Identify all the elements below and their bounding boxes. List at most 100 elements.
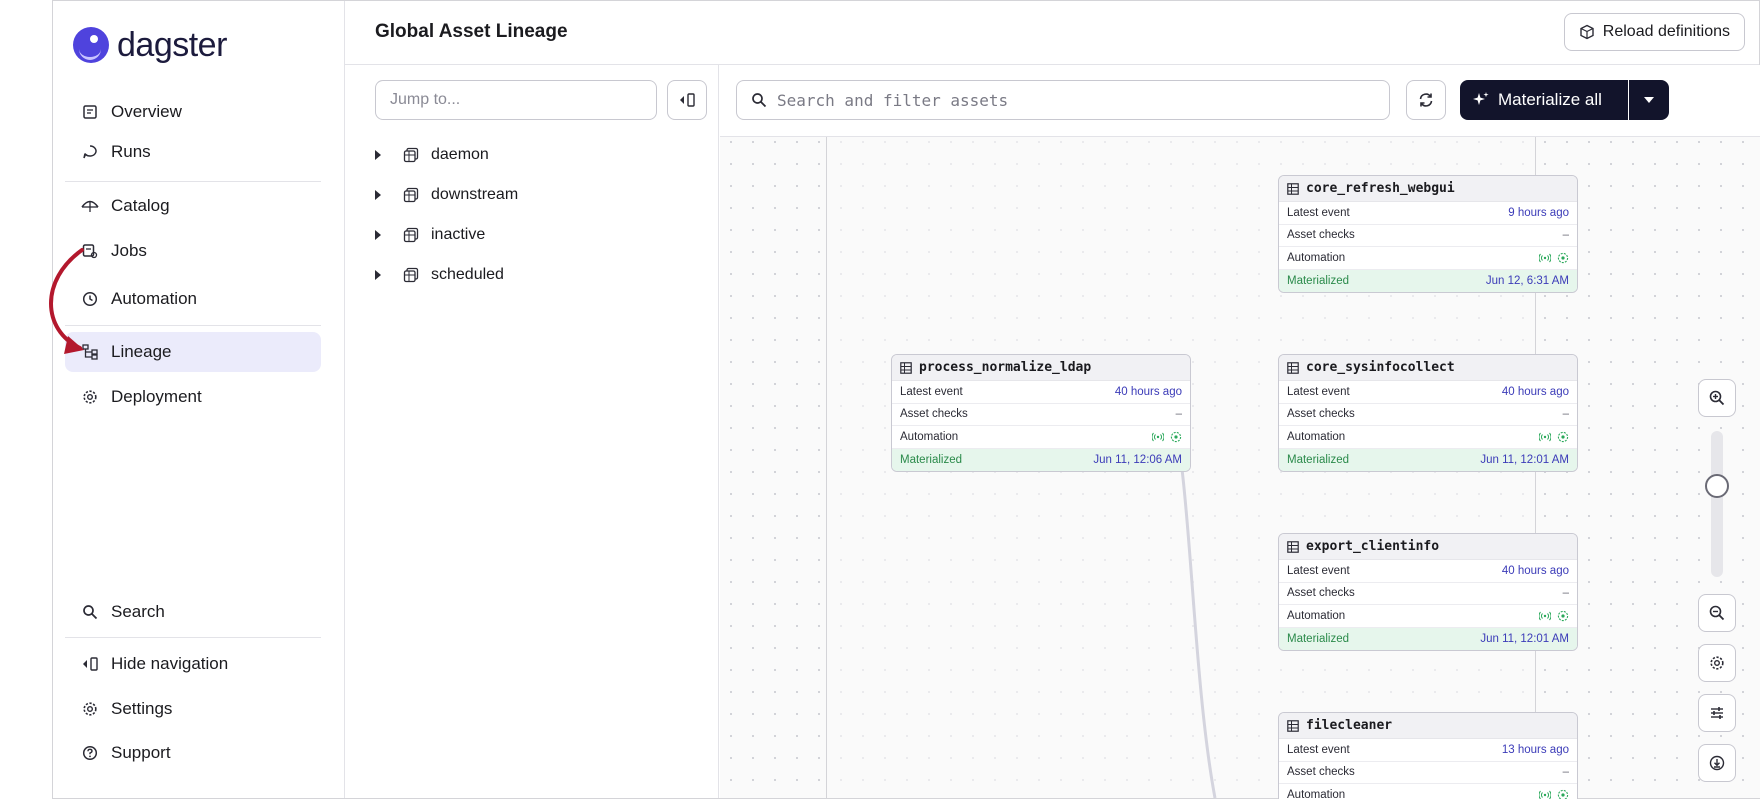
- zoom-slider-handle[interactable]: [1705, 474, 1729, 498]
- table-icon: [1287, 540, 1299, 553]
- asset-node-title: filecleaner: [1306, 718, 1393, 733]
- asset-node-core-sysinfocollect[interactable]: core_sysinfocollect Latest event 40 hours…: [1278, 354, 1578, 472]
- materialized-value[interactable]: Jun 11, 12:01 AM: [1480, 633, 1569, 645]
- materialized-value[interactable]: Jun 12, 6:31 AM: [1486, 275, 1569, 287]
- search-icon: [81, 603, 99, 621]
- sidebar-item-lineage[interactable]: Lineage: [65, 332, 321, 372]
- asset-node-export-clientinfo[interactable]: export_clientinfo Latest event 40 hours a…: [1278, 533, 1578, 651]
- sidebar-item-search[interactable]: Search: [65, 592, 321, 632]
- sensor-icon: [1539, 611, 1551, 621]
- asset-group-icon: [403, 227, 419, 243]
- tree-item-inactive[interactable]: inactive: [375, 220, 485, 250]
- sidebar-item-overview[interactable]: Overview: [65, 92, 321, 132]
- latest-event-value[interactable]: 40 hours ago: [1502, 565, 1569, 577]
- sidebar-item-automation[interactable]: Automation: [65, 279, 321, 319]
- tree-item-scheduled[interactable]: scheduled: [375, 260, 504, 290]
- asset-node-filecleaner[interactable]: filecleaner Latest event 13 hours ago Ass…: [1278, 712, 1578, 799]
- caret-right-icon[interactable]: [375, 270, 381, 280]
- sensor-icon: [1539, 432, 1551, 442]
- zoom-in-button[interactable]: [1698, 379, 1736, 417]
- caret-right-icon[interactable]: [375, 150, 381, 160]
- latest-event-label: Latest event: [1287, 206, 1350, 219]
- asset-checks-value: –: [1562, 766, 1569, 779]
- logo[interactable]: dagster: [73, 23, 227, 67]
- automation-label: Automation: [1287, 788, 1346, 799]
- clock-icon: [81, 290, 99, 308]
- materialized-label: Materialized: [1287, 632, 1349, 645]
- sidebar-item-jobs[interactable]: Jobs: [65, 231, 321, 271]
- sidebar-item-settings[interactable]: Settings: [65, 689, 321, 729]
- sidebar-item-runs[interactable]: Runs: [65, 132, 321, 172]
- refresh-button[interactable]: [1406, 80, 1446, 120]
- help-icon: [81, 744, 99, 762]
- caret-right-icon[interactable]: [375, 230, 381, 240]
- reload-icon: [1580, 24, 1594, 40]
- zoom-out-button[interactable]: [1698, 594, 1736, 632]
- lineage-icon: [81, 343, 99, 361]
- zoom-slider-track[interactable]: [1711, 431, 1723, 577]
- download-icon: [1709, 755, 1725, 771]
- asset-checks-value: –: [1562, 229, 1569, 242]
- asset-graph-canvas[interactable]: Search and filter assets Materialize all…: [720, 65, 1760, 799]
- materialized-value[interactable]: Jun 11, 12:01 AM: [1480, 454, 1569, 466]
- tree-item-label: scheduled: [431, 266, 504, 283]
- auto-materialize-icon: [1557, 252, 1569, 263]
- materialize-options-dropdown[interactable]: [1629, 80, 1669, 120]
- asset-checks-label: Asset checks: [1287, 766, 1355, 779]
- asset-node-title: core_sysinfocollect: [1306, 360, 1455, 375]
- tree-item-label: inactive: [431, 226, 486, 243]
- sensor-icon: [1539, 790, 1551, 799]
- logo-text: dagster: [117, 25, 227, 64]
- sidebar-item-label: Jobs: [111, 241, 147, 260]
- download-button[interactable]: [1698, 744, 1736, 782]
- tree-item-daemon[interactable]: daemon: [375, 140, 489, 170]
- automation-label: Automation: [1287, 251, 1346, 264]
- sidebar-item-label: Deployment: [111, 387, 202, 406]
- sidebar-item-catalog[interactable]: Catalog: [65, 186, 321, 226]
- reload-definitions-button[interactable]: Reload definitions: [1563, 13, 1745, 51]
- asset-checks-label: Asset checks: [900, 408, 968, 421]
- asset-node-title: export_clientinfo: [1306, 539, 1440, 554]
- tree-item-downstream[interactable]: downstream: [375, 180, 518, 210]
- latest-event-value[interactable]: 40 hours ago: [1502, 386, 1569, 398]
- auto-materialize-icon: [1557, 789, 1569, 799]
- caret-right-icon[interactable]: [375, 190, 381, 200]
- latest-event-value[interactable]: 13 hours ago: [1502, 744, 1569, 756]
- asset-node-process-normalize-ldap[interactable]: process_normalize_ldap Latest event 40 ho…: [891, 354, 1191, 472]
- latest-event-value[interactable]: 40 hours ago: [1115, 386, 1182, 398]
- materialize-all-button[interactable]: Materialize all: [1460, 80, 1628, 120]
- asset-node-title: process_normalize_ldap: [919, 360, 1092, 375]
- refresh-icon: [1419, 93, 1433, 107]
- collapse-tree-button[interactable]: [667, 80, 707, 120]
- asset-group-icon: [403, 147, 419, 163]
- sidebar-item-label: Automation: [111, 289, 197, 308]
- materialized-label: Materialized: [1287, 453, 1349, 466]
- overview-icon: [81, 103, 99, 121]
- page-header: Global Asset Lineage Reload definitions: [345, 1, 1759, 65]
- latest-event-label: Latest event: [1287, 564, 1350, 577]
- sidebar-item-support[interactable]: Support: [65, 733, 321, 773]
- asset-node-core-refresh-webgui[interactable]: core_refresh_webgui Latest event 9 hours …: [1278, 175, 1578, 293]
- sidebar-item-deployment[interactable]: Deployment: [65, 377, 321, 417]
- tree-item-label: daemon: [431, 146, 489, 163]
- dagster-logo-icon: [73, 27, 109, 63]
- asset-node-title: core_refresh_webgui: [1306, 181, 1455, 196]
- app-window: dagster Overview Runs Catalog Jobs Autom…: [52, 0, 1760, 799]
- auto-materialize-icon: [1170, 431, 1182, 442]
- sliders-icon: [1711, 707, 1723, 719]
- collapse-panel-icon: [81, 655, 99, 673]
- layout-options-button[interactable]: [1698, 694, 1736, 732]
- latest-event-value[interactable]: 9 hours ago: [1508, 207, 1569, 219]
- sidebar-item-hide-navigation[interactable]: Hide navigation: [65, 644, 321, 684]
- materialized-value[interactable]: Jun 11, 12:06 AM: [1093, 454, 1182, 466]
- asset-search-input[interactable]: Search and filter assets: [736, 80, 1390, 120]
- runs-icon: [81, 143, 99, 161]
- jump-to-input[interactable]: Jump to...: [375, 80, 657, 120]
- collapse-panel-icon: [680, 93, 695, 107]
- jobs-icon: [81, 242, 99, 260]
- latest-event-label: Latest event: [1287, 743, 1350, 756]
- zoom-in-icon: [1709, 390, 1725, 406]
- sparkle-icon: [1473, 92, 1489, 105]
- table-icon: [1287, 182, 1299, 195]
- graph-settings-button[interactable]: [1698, 644, 1736, 682]
